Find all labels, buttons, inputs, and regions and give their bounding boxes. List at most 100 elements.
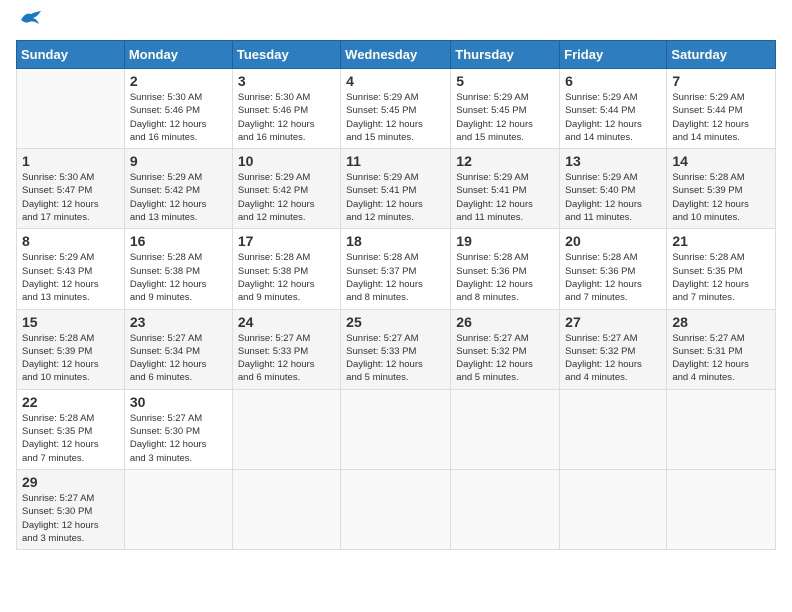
calendar-cell: 18 Sunrise: 5:28 AM Sunset: 5:37 PM Dayli…: [341, 229, 451, 309]
calendar-cell: 20Sunrise: 5:28 AM Sunset: 5:36 PM Dayli…: [560, 229, 667, 309]
day-number: 8: [22, 233, 119, 249]
calendar-cell: [341, 469, 451, 549]
calendar-cell: 26 Sunrise: 5:27 AM Sunset: 5:32 PM Dayli…: [451, 309, 560, 389]
day-number: 18: [346, 233, 445, 249]
day-info: Sunrise: 5:28 AM Sunset: 5:39 PM Dayligh…: [22, 332, 119, 385]
day-number: 27: [565, 314, 661, 330]
calendar-cell: [667, 389, 776, 469]
day-info: Sunrise: 5:29 AM Sunset: 5:42 PM Dayligh…: [238, 171, 335, 224]
day-number: 10: [238, 153, 335, 169]
day-info: Sunrise: 5:28 AM Sunset: 5:35 PM Dayligh…: [22, 412, 119, 465]
day-info: Sunrise: 5:27 AM Sunset: 5:33 PM Dayligh…: [346, 332, 445, 385]
day-info: Sunrise: 5:30 AM Sunset: 5:46 PM Dayligh…: [130, 91, 227, 144]
calendar-cell: [124, 469, 232, 549]
day-number: 4: [346, 73, 445, 89]
day-info: Sunrise: 5:29 AM Sunset: 5:41 PM Dayligh…: [456, 171, 554, 224]
day-number: 9: [130, 153, 227, 169]
calendar-cell: 30Sunrise: 5:27 AM Sunset: 5:30 PM Dayli…: [124, 389, 232, 469]
day-number: 12: [456, 153, 554, 169]
calendar-cell: 29 Sunrise: 5:27 AM Sunset: 5:30 PM Dayli…: [17, 469, 125, 549]
calendar-cell: 2 Sunrise: 5:30 AM Sunset: 5:46 PM Daylig…: [124, 69, 232, 149]
calendar-cell: 12 Sunrise: 5:29 AM Sunset: 5:41 PM Dayli…: [451, 149, 560, 229]
day-number: 13: [565, 153, 661, 169]
calendar-cell: 22 Sunrise: 5:28 AM Sunset: 5:35 PM Dayli…: [17, 389, 125, 469]
day-number: 7: [672, 73, 770, 89]
day-info: Sunrise: 5:29 AM Sunset: 5:43 PM Dayligh…: [22, 251, 119, 304]
calendar-cell: 24Sunrise: 5:27 AM Sunset: 5:33 PM Dayli…: [232, 309, 340, 389]
calendar-cell: [341, 389, 451, 469]
day-number: 22: [22, 394, 119, 410]
calendar-cell: 23Sunrise: 5:27 AM Sunset: 5:34 PM Dayli…: [124, 309, 232, 389]
day-info: Sunrise: 5:29 AM Sunset: 5:41 PM Dayligh…: [346, 171, 445, 224]
day-number: 24: [238, 314, 335, 330]
day-info: Sunrise: 5:27 AM Sunset: 5:32 PM Dayligh…: [565, 332, 661, 385]
weekday-header-row: SundayMondayTuesdayWednesdayThursdayFrid…: [17, 41, 776, 69]
calendar-week-row: 15 Sunrise: 5:28 AM Sunset: 5:39 PM Dayli…: [17, 309, 776, 389]
calendar-cell: [17, 69, 125, 149]
calendar-week-row: 29 Sunrise: 5:27 AM Sunset: 5:30 PM Dayli…: [17, 469, 776, 549]
weekday-header-monday: Monday: [124, 41, 232, 69]
calendar-week-row: 2 Sunrise: 5:30 AM Sunset: 5:46 PM Daylig…: [17, 69, 776, 149]
day-number: 20: [565, 233, 661, 249]
day-info: Sunrise: 5:27 AM Sunset: 5:34 PM Dayligh…: [130, 332, 227, 385]
calendar-cell: 27 Sunrise: 5:27 AM Sunset: 5:32 PM Dayli…: [560, 309, 667, 389]
day-number: 2: [130, 73, 227, 89]
day-number: 1: [22, 153, 119, 169]
weekday-header-saturday: Saturday: [667, 41, 776, 69]
day-number: 25: [346, 314, 445, 330]
calendar-cell: [667, 469, 776, 549]
day-number: 6: [565, 73, 661, 89]
calendar-cell: 11 Sunrise: 5:29 AM Sunset: 5:41 PM Dayli…: [341, 149, 451, 229]
day-number: 29: [22, 474, 119, 490]
calendar-cell: [451, 469, 560, 549]
calendar-cell: [560, 469, 667, 549]
calendar-cell: 19Sunrise: 5:28 AM Sunset: 5:36 PM Dayli…: [451, 229, 560, 309]
day-number: 21: [672, 233, 770, 249]
day-info: Sunrise: 5:28 AM Sunset: 5:39 PM Dayligh…: [672, 171, 770, 224]
calendar-cell: 6Sunrise: 5:29 AM Sunset: 5:44 PM Daylig…: [560, 69, 667, 149]
calendar-cell: 5Sunrise: 5:29 AM Sunset: 5:45 PM Daylig…: [451, 69, 560, 149]
calendar-week-row: 8 Sunrise: 5:29 AM Sunset: 5:43 PM Daylig…: [17, 229, 776, 309]
day-number: 16: [130, 233, 227, 249]
calendar-cell: 16 Sunrise: 5:28 AM Sunset: 5:38 PM Dayli…: [124, 229, 232, 309]
calendar-cell: 13 Sunrise: 5:29 AM Sunset: 5:40 PM Dayli…: [560, 149, 667, 229]
calendar-cell: 9 Sunrise: 5:29 AM Sunset: 5:42 PM Daylig…: [124, 149, 232, 229]
day-info: Sunrise: 5:29 AM Sunset: 5:42 PM Dayligh…: [130, 171, 227, 224]
day-info: Sunrise: 5:29 AM Sunset: 5:45 PM Dayligh…: [346, 91, 445, 144]
day-number: 30: [130, 394, 227, 410]
calendar-cell: 4 Sunrise: 5:29 AM Sunset: 5:45 PM Daylig…: [341, 69, 451, 149]
calendar-cell: 15 Sunrise: 5:28 AM Sunset: 5:39 PM Dayli…: [17, 309, 125, 389]
day-number: 26: [456, 314, 554, 330]
day-number: 11: [346, 153, 445, 169]
day-info: Sunrise: 5:27 AM Sunset: 5:32 PM Dayligh…: [456, 332, 554, 385]
weekday-header-friday: Friday: [560, 41, 667, 69]
weekday-header-sunday: Sunday: [17, 41, 125, 69]
header: [16, 16, 776, 28]
day-info: Sunrise: 5:28 AM Sunset: 5:38 PM Dayligh…: [130, 251, 227, 304]
weekday-header-wednesday: Wednesday: [341, 41, 451, 69]
day-number: 15: [22, 314, 119, 330]
day-info: Sunrise: 5:29 AM Sunset: 5:40 PM Dayligh…: [565, 171, 661, 224]
day-number: 28: [672, 314, 770, 330]
day-number: 3: [238, 73, 335, 89]
day-number: 14: [672, 153, 770, 169]
calendar-cell: 1 Sunrise: 5:30 AM Sunset: 5:47 PM Daylig…: [17, 149, 125, 229]
day-info: Sunrise: 5:29 AM Sunset: 5:44 PM Dayligh…: [672, 91, 770, 144]
calendar-cell: 28 Sunrise: 5:27 AM Sunset: 5:31 PM Dayli…: [667, 309, 776, 389]
calendar-cell: [232, 389, 340, 469]
day-info: Sunrise: 5:28 AM Sunset: 5:38 PM Dayligh…: [238, 251, 335, 304]
logo: [16, 16, 43, 28]
day-number: 5: [456, 73, 554, 89]
day-info: Sunrise: 5:28 AM Sunset: 5:35 PM Dayligh…: [672, 251, 770, 304]
calendar-cell: 3 Sunrise: 5:30 AM Sunset: 5:46 PM Daylig…: [232, 69, 340, 149]
day-info: Sunrise: 5:27 AM Sunset: 5:30 PM Dayligh…: [22, 492, 119, 545]
day-info: Sunrise: 5:30 AM Sunset: 5:47 PM Dayligh…: [22, 171, 119, 224]
weekday-header-thursday: Thursday: [451, 41, 560, 69]
day-info: Sunrise: 5:28 AM Sunset: 5:37 PM Dayligh…: [346, 251, 445, 304]
logo-bird-icon: [19, 10, 43, 28]
calendar-table: SundayMondayTuesdayWednesdayThursdayFrid…: [16, 40, 776, 550]
day-info: Sunrise: 5:28 AM Sunset: 5:36 PM Dayligh…: [456, 251, 554, 304]
day-info: Sunrise: 5:27 AM Sunset: 5:31 PM Dayligh…: [672, 332, 770, 385]
day-info: Sunrise: 5:30 AM Sunset: 5:46 PM Dayligh…: [238, 91, 335, 144]
weekday-header-tuesday: Tuesday: [232, 41, 340, 69]
